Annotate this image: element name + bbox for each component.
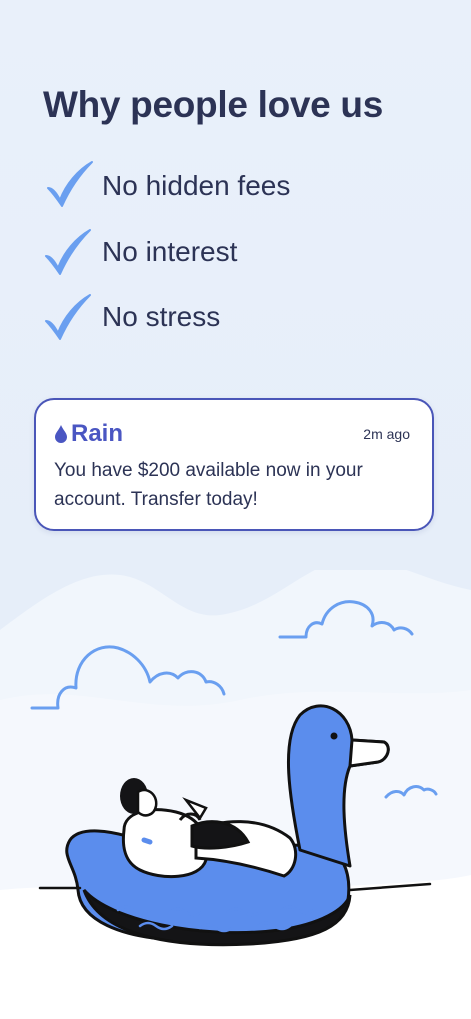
check-icon — [47, 161, 93, 207]
notification-card[interactable]: Rain 2m ago You have $200 available now … — [34, 398, 434, 531]
notification-time: 2m ago — [363, 426, 410, 442]
benefit-label: No hidden fees — [102, 170, 291, 201]
brand-name: Rain — [71, 420, 124, 447]
benefit-label: No stress — [102, 301, 221, 332]
relaxing-float-illustration — [0, 570, 471, 1019]
raindrop-icon — [55, 425, 67, 443]
check-icon — [45, 294, 91, 340]
notification-message: You have $200 available now in your acco… — [54, 460, 363, 510]
benefit-label: No interest — [102, 236, 238, 267]
check-icon — [45, 229, 91, 275]
brand: Rain — [54, 420, 123, 448]
benefit-item: No stress — [40, 289, 460, 345]
benefit-item: No interest — [40, 224, 460, 280]
benefit-item: No hidden fees — [40, 158, 460, 214]
page-title: Why people love us — [43, 84, 383, 125]
